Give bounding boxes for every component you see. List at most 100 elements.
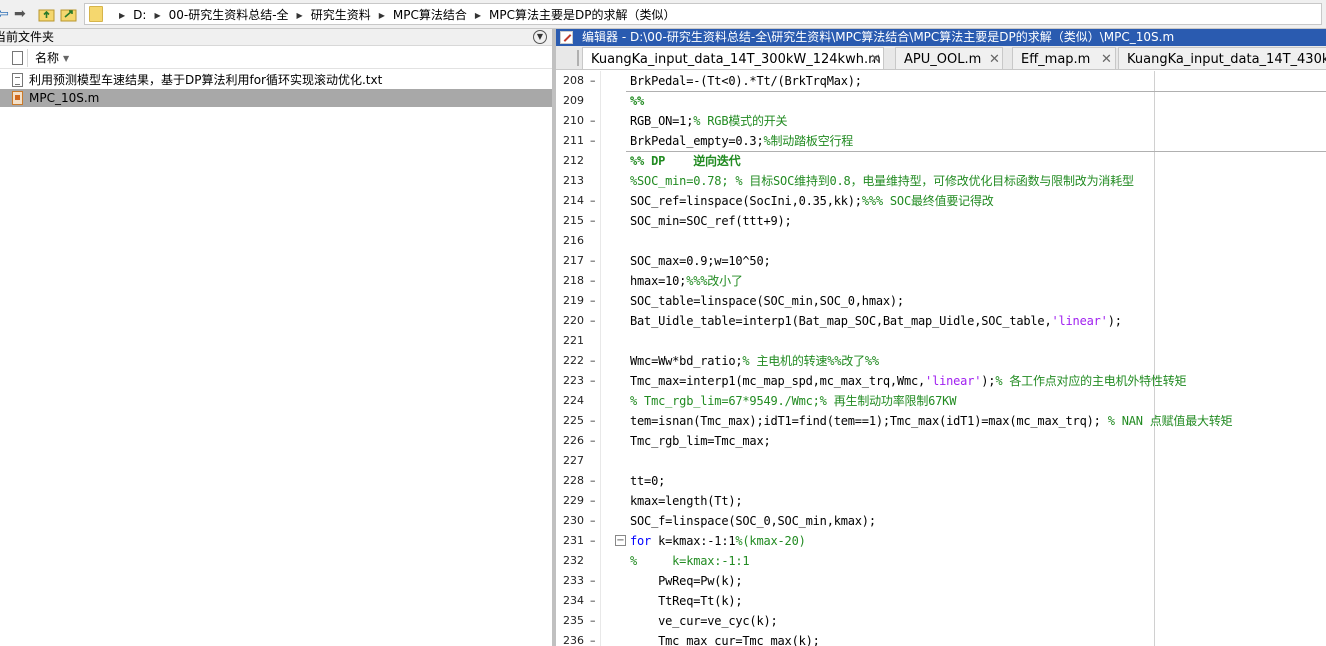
tab-scroll-handle[interactable] bbox=[577, 50, 579, 66]
chevron-right-icon[interactable]: ▶ bbox=[379, 8, 385, 24]
code-line[interactable]: 209%% bbox=[556, 91, 1326, 111]
editor-title-bar: 编辑器 - D:\00-研究生资料总结-全\研究生资料\MPC算法结合\MPC算… bbox=[556, 29, 1326, 46]
code-line[interactable]: 233– PwReq=Pw(k); bbox=[556, 571, 1326, 591]
breadcrumb-item[interactable]: 00-研究生资料总结-全 bbox=[169, 8, 289, 22]
up-folder-icon[interactable] bbox=[38, 5, 56, 23]
chevron-right-icon[interactable]: ▶ bbox=[119, 8, 125, 24]
executable-line-marker[interactable]: – bbox=[590, 514, 596, 528]
code-line[interactable]: 212 %% DP 逆向迭代 bbox=[556, 151, 1326, 171]
code-line[interactable]: 214– SOC_ref=linspace(SocIni,0.35,kk);%%%… bbox=[556, 191, 1326, 211]
tab-kuangka-300kw[interactable]: KuangKa_input_data_14T_300kW_124kwh.m ✕ bbox=[582, 47, 884, 69]
chevron-right-icon[interactable]: ▶ bbox=[475, 8, 481, 24]
code-line[interactable]: 225– tem=isnan(Tmc_max);idT1=find(tem==1)… bbox=[556, 411, 1326, 431]
executable-line-marker[interactable]: – bbox=[590, 194, 596, 208]
code-line[interactable]: 215– SOC_min=SOC_ref(ttt+9); bbox=[556, 211, 1326, 231]
code-line[interactable]: 219– SOC_table=linspace(SOC_min,SOC_0,hma… bbox=[556, 291, 1326, 311]
m-file-icon bbox=[12, 91, 23, 105]
line-number: 233 bbox=[563, 574, 584, 587]
code-line[interactable]: 213 %SOC_min=0.78; % 目标SOC维持到0.8，电量维持型，可修… bbox=[556, 171, 1326, 191]
code-token: k=kmax:-1:1 bbox=[651, 534, 736, 548]
code-line[interactable]: 224 % Tmc_rgb_lim=67*9549./Wmc;% 再生制动功率限制… bbox=[556, 391, 1326, 411]
executable-line-marker[interactable]: – bbox=[590, 114, 596, 128]
breadcrumb-item[interactable]: D: bbox=[133, 8, 146, 22]
back-arrow-icon[interactable]: ⇦ bbox=[0, 6, 9, 22]
breadcrumb-item[interactable]: MPC算法结合 bbox=[393, 8, 467, 22]
code-token: BrkPedal_empty=0.3; bbox=[630, 134, 764, 148]
code-text: tt=0; bbox=[630, 473, 665, 489]
breadcrumb-item[interactable]: MPC算法主要是DP的求解（类似） bbox=[489, 8, 675, 22]
line-number: 212 bbox=[563, 154, 584, 167]
executable-line-marker[interactable]: – bbox=[590, 414, 596, 428]
fold-toggle-icon[interactable]: − bbox=[615, 535, 626, 546]
code-token: SOC_max=0.9;w=10^50; bbox=[630, 254, 771, 268]
cell-divider bbox=[626, 151, 1326, 152]
executable-line-marker[interactable]: – bbox=[590, 74, 596, 88]
name-column-header[interactable]: 名称 ▼ bbox=[35, 51, 69, 66]
code-line[interactable]: 236– Tmc_max_cur=Tmc_max(k); bbox=[556, 631, 1326, 646]
code-line[interactable]: 211– BrkPedal_empty=0.3;%制动踏板空行程 bbox=[556, 131, 1326, 151]
code-text: Tmc_max=interp1(mc_map_spd,mc_max_trq,Wm… bbox=[630, 373, 1187, 389]
code-line[interactable]: 216 bbox=[556, 231, 1326, 251]
forward-arrow-icon[interactable]: ➡ bbox=[14, 6, 26, 22]
code-line[interactable]: 231– − for k=kmax:-1:1%(kmax-20) bbox=[556, 531, 1326, 551]
code-string: 'linear' bbox=[925, 374, 982, 388]
code-line[interactable]: 220– Bat_Uidle_table=interp1(Bat_map_SOC,… bbox=[556, 311, 1326, 331]
code-text: Bat_Uidle_table=interp1(Bat_map_SOC,Bat_… bbox=[630, 313, 1122, 329]
code-line[interactable]: 230– SOC_f=linspace(SOC_0,SOC_min,kmax); bbox=[556, 511, 1326, 531]
line-number: 236 bbox=[563, 634, 584, 646]
code-line[interactable]: 229– kmax=length(Tt); bbox=[556, 491, 1326, 511]
code-token: BrkPedal=-(Tt<0).*Tt/(BrkTrqMax); bbox=[630, 74, 862, 88]
executable-line-marker[interactable]: – bbox=[590, 474, 596, 488]
executable-line-marker[interactable]: – bbox=[590, 374, 596, 388]
tab-kuangka-430kw[interactable]: KuangKa_input_data_14T_430kW bbox=[1118, 47, 1326, 69]
close-icon[interactable]: ✕ bbox=[989, 52, 1000, 67]
tab-apu-ool[interactable]: APU_OOL.m ✕ bbox=[895, 47, 1003, 69]
code-line[interactable]: 210– RGB_ON=1;% RGB模式的开关 bbox=[556, 111, 1326, 131]
code-text: % Tmc_rgb_lim=67*9549./Wmc;% 再生制动功率限制67K… bbox=[630, 393, 956, 409]
code-line[interactable]: 227 bbox=[556, 451, 1326, 471]
code-token: Wmc=Ww*bd_ratio; bbox=[630, 354, 743, 368]
tab-eff-map[interactable]: Eff_map.m ✕ bbox=[1012, 47, 1116, 69]
executable-line-marker[interactable]: – bbox=[590, 614, 596, 628]
executable-line-marker[interactable]: – bbox=[590, 494, 596, 508]
executable-line-marker[interactable]: – bbox=[590, 274, 596, 288]
executable-line-marker[interactable]: – bbox=[590, 354, 596, 368]
code-line[interactable]: 226– Tmc_rgb_lim=Tmc_max; bbox=[556, 431, 1326, 451]
executable-line-marker[interactable]: – bbox=[590, 594, 596, 608]
code-line[interactable]: 228– tt=0; bbox=[556, 471, 1326, 491]
file-row[interactable]: 利用预测模型车速结果，基于DP算法利用for循环实现滚动优化.txt bbox=[0, 71, 552, 89]
chevron-right-icon[interactable]: ▶ bbox=[297, 8, 303, 24]
panel-menu-icon[interactable]: ▼ bbox=[533, 30, 547, 44]
code-line[interactable]: 217– SOC_max=0.9;w=10^50; bbox=[556, 251, 1326, 271]
executable-line-marker[interactable]: – bbox=[590, 134, 596, 148]
code-line[interactable]: 208– BrkPedal=-(Tt<0).*Tt/(BrkTrqMax); bbox=[556, 71, 1326, 91]
executable-line-marker[interactable]: – bbox=[590, 634, 596, 646]
executable-line-marker[interactable]: – bbox=[590, 574, 596, 588]
breadcrumb-item[interactable]: 研究生资料 bbox=[311, 8, 371, 22]
code-line[interactable]: 234– TtReq=Tt(k); bbox=[556, 591, 1326, 611]
text-file-icon bbox=[12, 73, 23, 87]
code-line[interactable]: 218– hmax=10;%%%改小了 bbox=[556, 271, 1326, 291]
code-editor[interactable]: 208– BrkPedal=-(Tt<0).*Tt/(BrkTrqMax); 209… bbox=[556, 71, 1326, 646]
close-icon[interactable]: ✕ bbox=[1101, 52, 1112, 67]
tab-label: KuangKa_input_data_14T_430kW bbox=[1127, 52, 1326, 67]
code-line[interactable]: 235– ve_cur=ve_cyc(k); bbox=[556, 611, 1326, 631]
executable-line-marker[interactable]: – bbox=[590, 534, 596, 548]
column-divider[interactable] bbox=[27, 49, 28, 67]
code-line[interactable]: 221 bbox=[556, 331, 1326, 351]
code-line[interactable]: 232 % k=kmax:-1:1 bbox=[556, 551, 1326, 571]
address-bar[interactable]: ▶ D: ▶ 00-研究生资料总结-全 ▶ 研究生资料 ▶ MPC算法结合 ▶ MPC算法主要是D… bbox=[84, 3, 1322, 25]
code-line[interactable]: 223– Tmc_max=interp1(mc_map_spd,mc_max_tr… bbox=[556, 371, 1326, 391]
executable-line-marker[interactable]: – bbox=[590, 254, 596, 268]
executable-line-marker[interactable]: – bbox=[590, 214, 596, 228]
executable-line-marker[interactable]: – bbox=[590, 434, 596, 448]
line-number: 222 bbox=[563, 354, 584, 367]
executable-line-marker[interactable]: – bbox=[590, 294, 596, 308]
code-text: %SOC_min=0.78; % 目标SOC维持到0.8，电量维持型，可修改优化… bbox=[630, 173, 1134, 189]
file-row-selected[interactable]: MPC_10S.m bbox=[0, 89, 552, 107]
chevron-right-icon[interactable]: ▶ bbox=[154, 8, 160, 24]
browse-folder-icon[interactable] bbox=[60, 5, 78, 23]
executable-line-marker[interactable]: – bbox=[590, 314, 596, 328]
code-line[interactable]: 222– Wmc=Ww*bd_ratio;% 主电机的转速%%改了%% bbox=[556, 351, 1326, 371]
close-icon[interactable]: ✕ bbox=[870, 52, 881, 67]
